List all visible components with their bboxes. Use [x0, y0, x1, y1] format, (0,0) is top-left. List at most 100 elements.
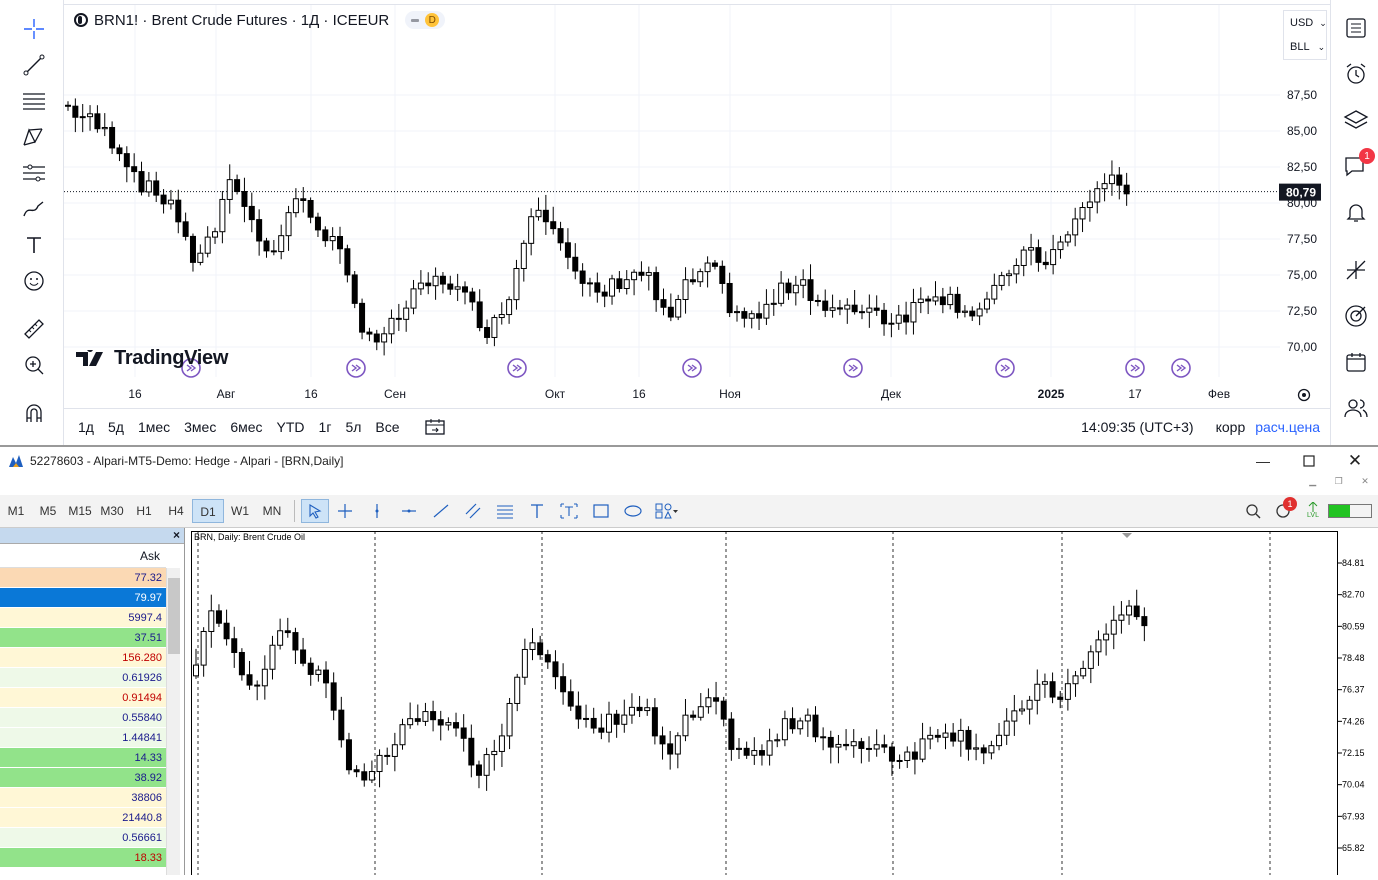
horizontal-line-icon[interactable] — [393, 503, 425, 519]
market-watch-scrollbar[interactable] — [166, 568, 180, 875]
chat-icon[interactable]: 1 — [1339, 148, 1375, 182]
market-watch-row[interactable]: 18.33 — [0, 848, 166, 868]
scrollbar-thumb[interactable] — [168, 578, 180, 654]
market-watch-row[interactable]: 156.280 — [0, 648, 166, 668]
watchlist-icon[interactable] — [1339, 12, 1373, 44]
close-icon[interactable]: ✕ — [1332, 451, 1378, 471]
text-tool-icon[interactable] — [16, 230, 52, 260]
timeframe-mn[interactable]: MN — [256, 499, 288, 523]
range-1[interactable]: 5д — [108, 419, 124, 435]
status-pill[interactable]: D — [405, 11, 446, 29]
fibo-tool-icon[interactable] — [489, 503, 521, 519]
minimize-icon[interactable]: — — [1240, 453, 1286, 469]
fib-retracement-icon[interactable] — [16, 86, 52, 116]
dividend-event-icon[interactable] — [507, 358, 527, 378]
timeframe-m5[interactable]: M5 — [32, 499, 64, 523]
market-watch-row[interactable]: 5997.4 — [0, 608, 166, 628]
market-watch-close-icon[interactable]: × — [173, 528, 180, 542]
range-4[interactable]: 6мес — [230, 419, 262, 435]
market-watch-row[interactable]: 0.91494 — [0, 688, 166, 708]
timeframe-m15[interactable]: M15 — [64, 499, 96, 523]
search-icon[interactable] — [1238, 503, 1268, 519]
community-icon[interactable] — [1339, 392, 1373, 424]
dividend-event-icon[interactable] — [346, 358, 366, 378]
vertical-line-icon[interactable] — [361, 503, 393, 519]
range-3[interactable]: 3мес — [184, 419, 216, 435]
connection-bar-icon[interactable] — [1328, 504, 1372, 518]
range-2[interactable]: 1мес — [138, 419, 170, 435]
range-0[interactable]: 1д — [78, 419, 94, 435]
channel-tool-icon[interactable] — [457, 503, 489, 519]
range-6[interactable]: 1г — [319, 419, 332, 435]
child-restore-icon[interactable]: ❐ — [1335, 476, 1343, 494]
dividend-event-icon[interactable] — [843, 358, 863, 378]
timeframe-m30[interactable]: M30 — [96, 499, 128, 523]
trendline-tool-icon[interactable] — [425, 503, 457, 519]
calendar-icon[interactable] — [1339, 346, 1373, 378]
prediction-icon[interactable] — [16, 158, 52, 188]
text-tool-icon[interactable] — [521, 503, 553, 519]
messages-icon[interactable]: 1 — [1268, 497, 1298, 519]
bell-icon[interactable] — [1339, 196, 1373, 228]
rectangle-tool-icon[interactable] — [585, 503, 617, 519]
market-watch-row[interactable]: 38.92 — [0, 768, 166, 788]
tv-chart-area[interactable]: 87,50 85,00 82,50 80,00 77,50 75,00 72,50 70,00… — [64, 4, 1330, 408]
market-watch-row[interactable]: 1.44841 — [0, 728, 166, 748]
pattern-icon[interactable] — [16, 122, 52, 152]
trendline-icon[interactable] — [16, 50, 52, 80]
cursor-tool-icon[interactable] — [301, 499, 329, 523]
ruler-icon[interactable] — [16, 314, 52, 344]
child-close-icon[interactable]: ✕ — [1361, 476, 1369, 494]
market-watch-row[interactable]: 0.61926 — [0, 668, 166, 688]
alarm-clock-icon[interactable] — [1339, 58, 1373, 90]
symbol-title[interactable]: BRN1! · Brent Crude Futures · 1Д · ICEEU… — [94, 12, 389, 29]
market-watch-row[interactable]: 38806 — [0, 788, 166, 808]
emoji-icon[interactable] — [16, 266, 52, 296]
range-8[interactable]: Все — [375, 419, 399, 435]
dividend-event-icon[interactable] — [1125, 358, 1145, 378]
child-minimize-icon[interactable]: ▁ — [1309, 476, 1316, 494]
market-watch-row[interactable]: 14.33 — [0, 748, 166, 768]
calculator-icon[interactable] — [1339, 254, 1373, 286]
zoom-in-icon[interactable] — [16, 350, 52, 380]
currency-unit-selector[interactable]: USD ⌄ BLL ⌄ — [1283, 10, 1327, 60]
currency-select[interactable]: USD ⌄ — [1284, 11, 1327, 35]
dividend-event-icon[interactable] — [995, 358, 1015, 378]
settlement-toggle[interactable]: расч.цена — [1255, 419, 1320, 435]
timeframe-d1[interactable]: D1 — [192, 499, 224, 523]
tradingview-logo[interactable]: TradingView — [76, 347, 228, 370]
market-watch-row[interactable]: 77.32 — [0, 568, 166, 588]
target-icon[interactable] — [1339, 300, 1373, 332]
market-watch-row[interactable]: 0.55840 — [0, 708, 166, 728]
shapes-menu-icon[interactable] — [649, 503, 685, 519]
signal-level-icon[interactable]: LVL — [1298, 502, 1328, 520]
tv-axis-settings-icon[interactable] — [1297, 388, 1311, 402]
dividend-event-icon[interactable] — [1171, 358, 1191, 378]
crosshair-tool-icon[interactable] — [329, 503, 361, 519]
timeframe-h4[interactable]: H4 — [160, 499, 192, 523]
clock-timezone[interactable]: 14:09:35 (UTC+3) — [1081, 419, 1193, 435]
maximize-icon[interactable] — [1286, 455, 1332, 467]
range-5[interactable]: YTD — [277, 419, 305, 435]
range-7[interactable]: 5л — [345, 419, 361, 435]
market-watch-row[interactable]: 21440.8 — [0, 808, 166, 828]
brush-icon[interactable] — [16, 194, 52, 224]
market-watch-row[interactable]: 37.51 — [0, 628, 166, 648]
ellipse-tool-icon[interactable] — [617, 503, 649, 519]
dividend-event-icon[interactable] — [682, 358, 702, 378]
unit-select[interactable]: BLL ⌄ — [1284, 35, 1326, 59]
timeframe-w1[interactable]: W1 — [224, 499, 256, 523]
timeframe-m1[interactable]: M1 — [0, 499, 32, 523]
text-label-tool-icon[interactable] — [553, 503, 585, 519]
timeframe-h1[interactable]: H1 — [128, 499, 160, 523]
layers-icon[interactable] — [1339, 104, 1373, 136]
compare-date-range-icon[interactable] — [424, 417, 446, 437]
adjustment-toggle[interactable]: корр — [1216, 419, 1246, 435]
crosshair-icon[interactable] — [16, 14, 52, 44]
ask-column-header[interactable]: Ask — [0, 544, 166, 568]
tv-candle — [417, 282, 424, 290]
tv-candlestick-chart[interactable]: 87,5085,0082,5080,0077,5075,0072,5070,00… — [64, 5, 1330, 409]
magnet-icon[interactable] — [16, 398, 52, 428]
market-watch-row[interactable]: 0.56661 — [0, 828, 166, 848]
market-watch-row[interactable]: 79.97 — [0, 588, 166, 608]
